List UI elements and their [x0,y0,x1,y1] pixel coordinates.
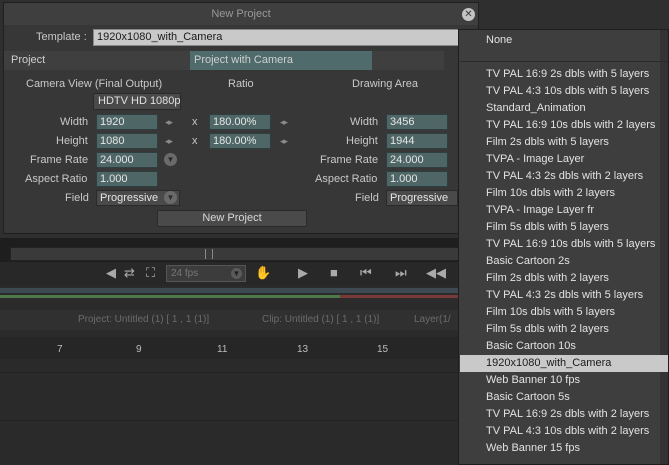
frame-number: 7 [57,344,63,355]
drawing-height-input[interactable]: 1944 [386,133,448,149]
field-label: Field [65,192,89,204]
chevron-down-icon: ▼ [231,268,242,279]
first-frame-icon[interactable]: ⏮ [360,266,372,280]
frame-rate-label: Frame Rate [30,154,89,166]
tab-project-with-camera[interactable]: Project with Camera [190,51,372,70]
play-icon[interactable]: ▶ [298,266,308,280]
ratio-x-symbol: x [192,135,198,147]
drawing-height-label: Height [346,135,378,147]
dropdown-item[interactable]: TV PAL 4:3 2s dbls with 2 layers [460,168,668,185]
aspect-ratio-label: Aspect Ratio [25,173,88,185]
link-arrows-icon[interactable]: ◂▸ [280,136,288,147]
drawing-width-label: Width [350,116,379,128]
dropdown-item[interactable]: Film 2s dbls with 5 layers [460,134,668,151]
link-arrows-icon[interactable]: ◂▸ [280,117,288,128]
width-label: Width [60,116,89,128]
camera-frame-rate-input[interactable]: 24.000 [96,152,158,168]
clip-info: Clip: Untitled (1) [ 1 , 1 (1)] [262,314,380,325]
dropdown-item[interactable]: None [460,32,668,49]
fullscreen-icon[interactable]: ⛶ [146,266,155,280]
drawing-aspect-ratio-input[interactable]: 1.000 [386,171,448,187]
dropdown-item[interactable]: Film 10s dbls with 2 layers [460,185,668,202]
hand-icon[interactable]: ✋ [255,266,271,280]
dropdown-item[interactable]: Standard_Animation [460,100,668,117]
camera-height-input[interactable]: 1080 [96,133,158,149]
ratio-width-input[interactable]: 180.00% [209,114,271,130]
last-frame-icon[interactable]: ⏭ [395,266,407,280]
dialog-title: New Project [4,3,478,25]
camera-aspect-ratio-input[interactable]: 1.000 [96,171,158,187]
chevron-down-icon[interactable]: ▼ [164,191,177,204]
drawing-field-select[interactable]: Progressive [386,190,458,206]
dropdown-item[interactable]: TV PAL 4:3 2s dbls with 5 layers [460,287,668,304]
dropdown-separator [460,61,668,62]
link-arrows-icon[interactable]: ◂▸ [165,117,173,128]
stop-icon[interactable]: ■ [330,266,338,280]
dropdown-item[interactable]: TV PAL 16:9 10s dbls with 5 layers [460,236,668,253]
dropdown-item[interactable]: Web Banner 10 fps [460,372,668,389]
link-arrows-icon[interactable]: ◂▸ [165,136,173,147]
dropdown-item-selected[interactable]: 1920x1080_with_Camera [460,355,668,372]
dropdown-item[interactable]: Film 5s dbls with 5 layers [460,219,668,236]
dropdown-item[interactable]: TV PAL 4:3 10s dbls with 5 layers [460,83,668,100]
dropdown-item[interactable]: Film 10s dbls with 5 layers [460,304,668,321]
drawing-width-input[interactable]: 3456 [386,114,448,130]
ratio-height-input[interactable]: 180.00% [209,133,271,149]
ratio-heading: Ratio [228,78,254,90]
fps-select[interactable]: 24 fps ▼ [166,265,246,282]
ratio-x-symbol: x [192,116,198,128]
frame-number: 15 [377,344,389,355]
loop-icon[interactable]: ⇄ [124,266,135,280]
template-select[interactable]: 1920x1080_with_Camera [93,29,468,46]
camera-width-input[interactable]: 1920 [96,114,158,130]
drawing-frame-rate-label: Frame Rate [320,154,379,166]
drawing-aspect-ratio-label: Aspect Ratio [315,173,378,185]
project-info: Project: Untitled (1) [ 1 , 1 (1)] [78,314,210,325]
frame-number: 13 [297,344,309,355]
dropdown-item[interactable]: TVPA - Image Layer [460,151,668,168]
fps-value: 24 fps [171,268,199,279]
dropdown-item[interactable]: Web Banner 15 fps [460,440,668,457]
close-icon[interactable]: ✕ [462,8,475,21]
camera-view-heading: Camera View (Final Output) [26,78,163,90]
dropdown-item[interactable]: TV PAL 16:9 10s dbls with 2 layers [460,117,668,134]
camera-format-select[interactable]: HDTV HD 1080p [93,93,181,110]
dropdown-item[interactable]: Basic Cartoon 2s [460,253,668,270]
tab-project[interactable]: Project [7,51,190,70]
height-label: Height [56,135,88,147]
speaker-icon[interactable]: ◀ [106,266,116,280]
camera-field-value: Progressive [100,192,159,204]
dropdown-item[interactable]: Film 2s dbls with 2 layers [460,270,668,287]
frame-number: 11 [217,344,228,355]
chevron-down-icon[interactable]: ▼ [164,153,177,166]
timeline-scrubber[interactable] [10,247,460,261]
dropdown-item[interactable]: Basic Cartoon 10s [460,338,668,355]
dropdown-item[interactable]: TV PAL 4:3 10s dbls with 2 layers [460,423,668,440]
layer-info: Layer(1/ [414,314,451,325]
scrub-handle[interactable] [205,249,213,259]
dropdown-item[interactable]: TV PAL 16:9 2s dbls with 2 layers [460,406,668,423]
drawing-area-heading: Drawing Area [352,78,419,90]
timeline-range-green [0,295,340,298]
drawing-field-label: Field [355,192,379,204]
previous-frame-icon[interactable]: ◀◀ [426,266,446,280]
dropdown-item[interactable]: TV PAL 16:9 2s dbls with 5 layers [460,66,668,83]
drawing-field-value: Progressive [390,192,449,204]
frame-number: 9 [136,344,142,355]
dropdown-item[interactable]: Film 5s dbls with 2 layers [460,321,668,338]
template-label: Template : [36,31,87,43]
dropdown-item[interactable]: TVPA - Image Layer fr [460,202,668,219]
dropdown-item[interactable]: Basic Cartoon 5s [460,389,668,406]
drawing-frame-rate-input[interactable]: 24.000 [386,152,448,168]
new-project-button[interactable]: New Project [157,210,307,227]
template-dropdown-list: None TV PAL 16:9 2s dbls with 5 layers T… [458,29,669,465]
